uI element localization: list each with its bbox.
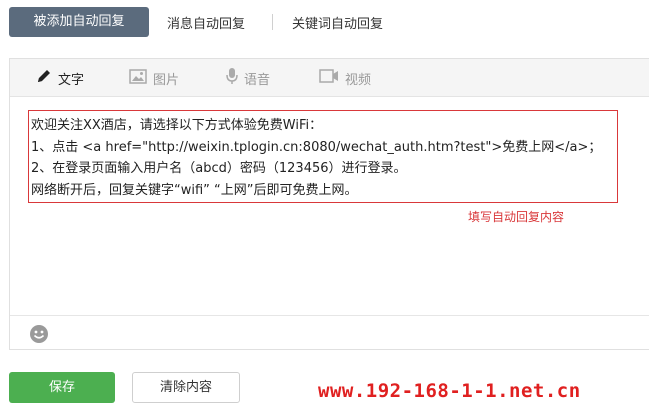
media-type-text-label: 文字 <box>58 72 85 88</box>
media-type-text[interactable]: 文字 <box>36 68 85 88</box>
reply-content-textarea[interactable]: 欢迎关注XX酒店，请选择以下方式体验免费WiFi： 1、点击 <a href="… <box>28 110 618 203</box>
tab-divider <box>272 14 273 30</box>
site-watermark: www.192-168-1-1.net.cn <box>318 380 581 402</box>
emoji-toolbar <box>10 315 649 350</box>
save-button[interactable]: 保存 <box>9 372 115 403</box>
media-type-image-label: 图片 <box>153 72 180 88</box>
image-icon <box>129 68 147 88</box>
pencil-icon <box>36 68 52 88</box>
tab-keyword-auto-reply[interactable]: 关键词自动回复 <box>292 13 383 32</box>
media-type-video[interactable]: 视频 <box>319 69 372 88</box>
media-type-image[interactable]: 图片 <box>129 68 180 88</box>
tab-message-auto-reply[interactable]: 消息自动回复 <box>167 13 245 32</box>
content-hint-annotation: 填写自动回复内容 <box>468 210 565 224</box>
clear-content-button[interactable]: 清除内容 <box>132 372 240 403</box>
tab-added-auto-reply[interactable]: 被添加自动回复 <box>9 7 149 37</box>
reply-editor: 文字 图片 语音 视频 欢迎关注XX酒店，请选择以下方式体验免费WiFi： 1、… <box>9 58 649 350</box>
reply-type-tabs: 被添加自动回复 消息自动回复 关键词自动回复 <box>0 0 649 44</box>
content-line: 网络断开后，回复关键字“wifi” “上网”后即可免费上网。 <box>31 182 358 198</box>
media-type-bar: 文字 图片 语音 视频 <box>10 59 649 97</box>
media-type-voice-label: 语音 <box>244 72 271 88</box>
content-line: 1、点击 <a href="http://weixin.tplogin.cn:8… <box>31 139 602 155</box>
video-icon <box>319 69 339 87</box>
emoji-icon[interactable] <box>29 324 49 348</box>
media-type-video-label: 视频 <box>345 72 372 88</box>
media-type-voice[interactable]: 语音 <box>226 67 271 89</box>
content-line: 欢迎关注XX酒店，请选择以下方式体验免费WiFi： <box>31 118 323 133</box>
content-line: 2、在登录页面输入用户名（abcd）密码（123456）进行登录。 <box>31 161 407 176</box>
microphone-icon <box>226 67 238 89</box>
